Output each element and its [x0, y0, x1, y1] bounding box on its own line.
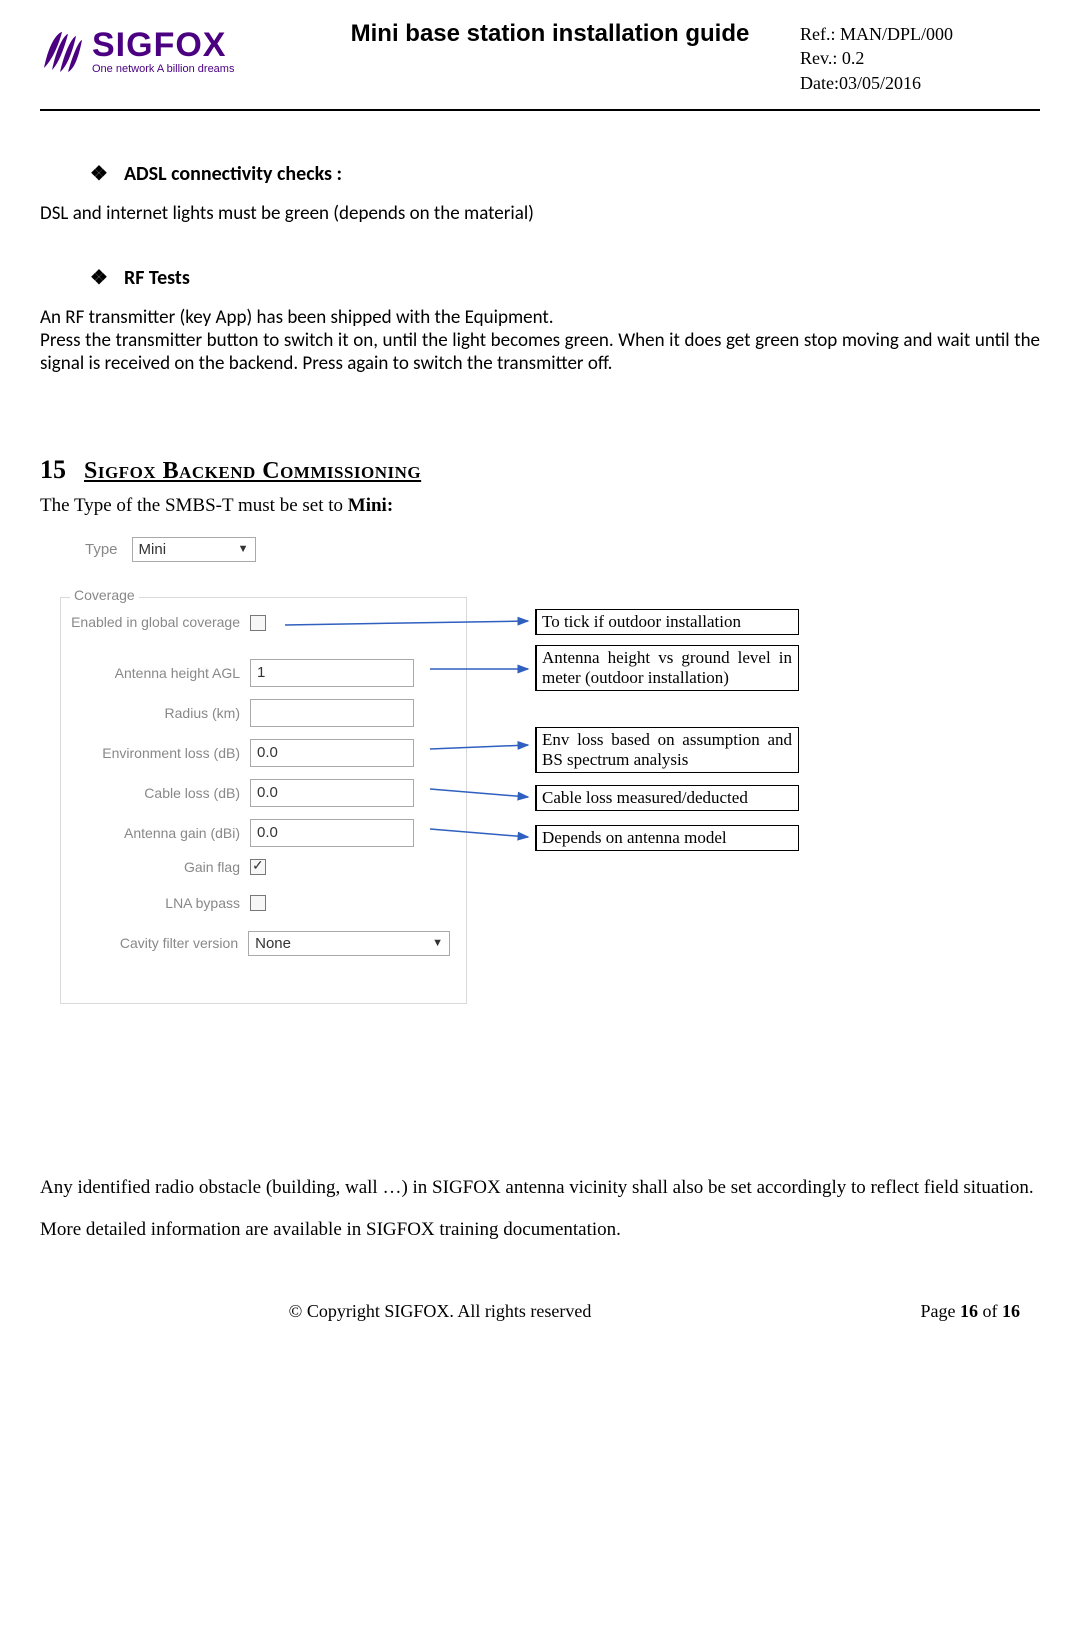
label-cabloss: Cable loss (dB) — [70, 785, 250, 801]
checkbox-enabled[interactable] — [250, 615, 266, 631]
rf-body-2: Press the transmitter button to switch i… — [40, 329, 1040, 375]
callout-height: Antenna height vs ground level in meter … — [535, 645, 799, 691]
rf-body-1: An RF transmitter (key App) has been shi… — [40, 306, 1040, 329]
label-height: Antenna height AGL — [70, 665, 250, 681]
label-lna: LNA bypass — [70, 895, 250, 911]
intro-pre: The Type of the SMBS-T must be set to — [40, 495, 348, 516]
sigfox-logo-icon — [40, 28, 86, 74]
section-num: 15 — [40, 455, 66, 484]
doc-ref: Ref.: MAN/DPL/000 — [800, 22, 1040, 46]
label-cavity: Cavity filter version — [70, 935, 248, 951]
input-env-loss[interactable] — [250, 739, 414, 767]
coverage-legend: Coverage — [70, 587, 139, 603]
checkbox-gainflag[interactable] — [250, 859, 266, 875]
heading-adsl-text: ADSL connectivity checks : — [124, 162, 342, 186]
logo-name: SIGFOX — [92, 26, 234, 65]
select-cavity-filter[interactable]: None ▼ — [248, 931, 450, 956]
logo-block: SIGFOX One network A billion dreams — [40, 20, 300, 75]
commissioning-intro: The Type of the SMBS-T must be set to Mi… — [40, 495, 1040, 517]
callout-cableloss: Cable loss measured/deducted — [535, 785, 799, 811]
input-radius[interactable] — [250, 699, 414, 727]
training-note: More detailed information are available … — [40, 1219, 1040, 1241]
label-gainflag: Gain flag — [70, 859, 250, 875]
doc-title: Mini base station installation guide — [300, 20, 800, 48]
type-value: Mini — [139, 541, 167, 558]
label-envloss: Environment loss (dB) — [70, 745, 250, 761]
type-label: Type — [85, 541, 118, 558]
section-title: Sigfox Backend Commissioning — [84, 458, 421, 484]
label-enabled: Enabled in global coverage — [70, 615, 250, 630]
chevron-down-icon: ▼ — [238, 543, 249, 555]
doc-footer: © Copyright SIGFOX. All rights reserved … — [40, 1301, 1040, 1322]
doc-header: SIGFOX One network A billion dreams Mini… — [40, 20, 1040, 95]
copyright: © Copyright SIGFOX. All rights reserved — [60, 1301, 820, 1322]
doc-meta: Ref.: MAN/DPL/000 Rev.: 0.2 Date:03/05/2… — [800, 20, 1040, 95]
logo-tagline: One network A billion dreams — [92, 63, 234, 75]
bullet-icon: ❖ — [90, 265, 108, 290]
adsl-body: DSL and internet lights must be green (d… — [40, 202, 1040, 225]
input-antenna-height[interactable] — [250, 659, 414, 687]
chevron-down-icon: ▼ — [432, 937, 443, 949]
input-cable-loss[interactable] — [250, 779, 414, 807]
cavity-value: None — [255, 935, 291, 952]
heading-adsl: ❖ ADSL connectivity checks : — [90, 161, 1040, 186]
callout-enabled: To tick if outdoor installation — [535, 609, 799, 635]
obstacle-note: Any identified radio obstacle (building,… — [40, 1177, 1040, 1199]
heading-section-15: 15 Sigfox Backend Commissioning — [40, 455, 1040, 485]
intro-bold: Mini: — [348, 495, 393, 516]
input-antenna-gain[interactable] — [250, 819, 414, 847]
type-select[interactable]: Mini ▼ — [132, 537, 256, 562]
doc-date: Date:03/05/2016 — [800, 71, 1040, 95]
label-gain: Antenna gain (dBi) — [70, 825, 250, 841]
doc-rev: Rev.: 0.2 — [800, 46, 1040, 70]
heading-rf-text: RF Tests — [124, 266, 190, 290]
page-number: Page 16 of 16 — [820, 1301, 1020, 1322]
label-radius: Radius (km) — [70, 705, 250, 721]
checkbox-lna-bypass[interactable] — [250, 895, 266, 911]
callout-gain: Depends on antenna model — [535, 825, 799, 851]
bullet-icon: ❖ — [90, 161, 108, 186]
header-rule — [40, 109, 1040, 111]
callout-envloss: Env loss based on assumption and BS spec… — [535, 727, 799, 773]
heading-rf: ❖ RF Tests — [90, 265, 1040, 290]
backend-form: Type Mini ▼ Coverage Enabled in global c… — [40, 537, 1040, 1137]
